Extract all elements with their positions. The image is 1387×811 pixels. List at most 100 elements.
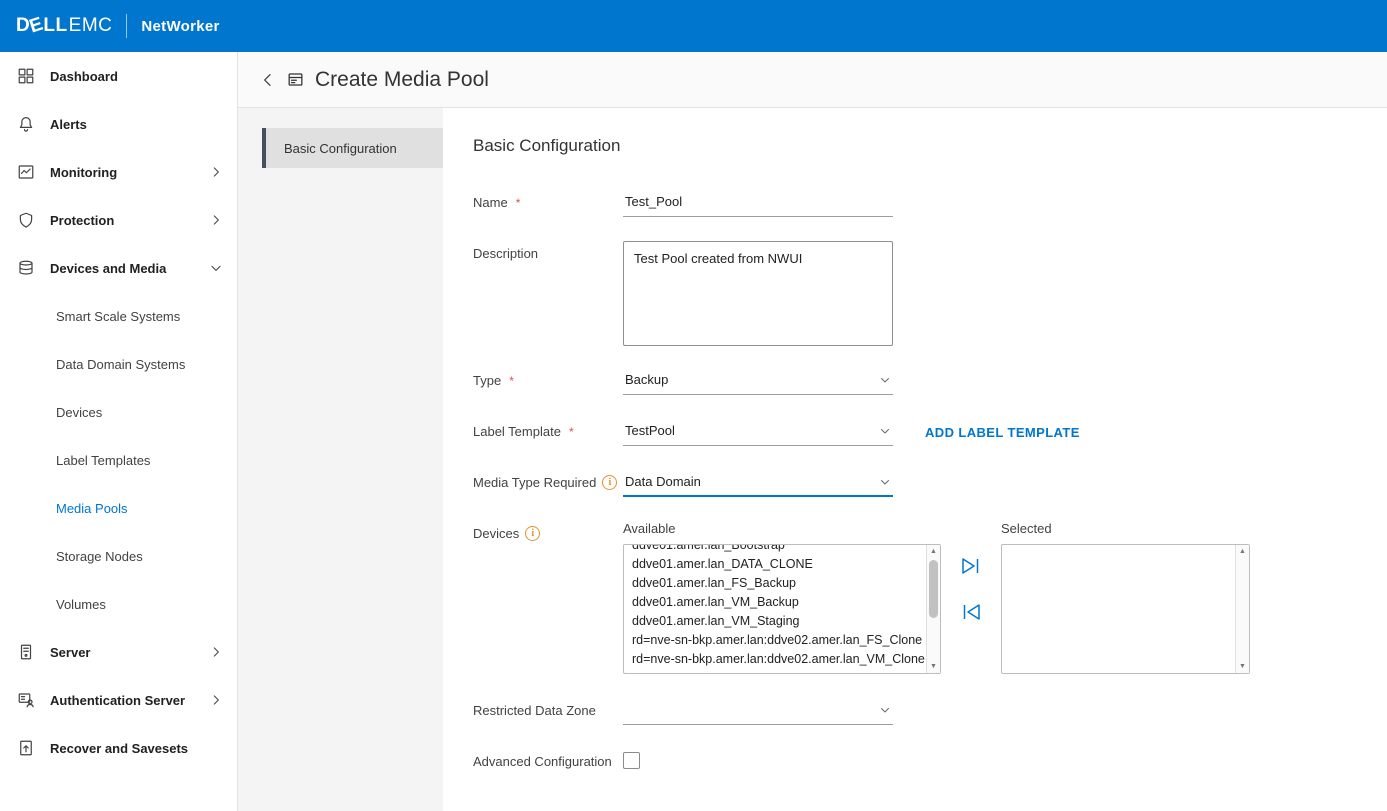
selected-caption: Selected <box>1001 521 1250 536</box>
sidebar-item-data-domain-systems[interactable]: Data Domain Systems <box>0 340 237 388</box>
description-label: Description <box>473 241 623 261</box>
available-list-column: Available ddve01.amer.lan_Bootstrap ddve… <box>623 521 941 674</box>
wizard-nav: Basic Configuration <box>238 108 443 811</box>
list-item[interactable]: ddve01.amer.lan_DATA_CLONE <box>624 555 926 574</box>
label-template-label: Label Template * <box>473 419 623 439</box>
scroll-down-arrow[interactable]: ▼ <box>1236 660 1249 673</box>
brand-text: EMC <box>69 15 113 37</box>
scrollbar[interactable]: ▲ ▼ <box>926 545 940 673</box>
sidebar-item-label: Alerts <box>50 117 87 132</box>
sidebar-item-label: Protection <box>50 213 114 228</box>
sidebar-item-storage-nodes[interactable]: Storage Nodes <box>0 532 237 580</box>
required-marker: * <box>516 196 521 210</box>
media-type-row: Media Type Required i Data Domain <box>473 470 1387 497</box>
main-area: Create Media Pool Basic Configuration Ba… <box>238 52 1387 811</box>
sidebar-item-smart-scale-systems[interactable]: Smart Scale Systems <box>0 292 237 340</box>
restricted-data-zone-label: Restricted Data Zone <box>473 698 623 718</box>
monitoring-icon <box>16 162 36 182</box>
sidebar-item-server[interactable]: Server <box>0 628 237 676</box>
sidebar-item-label: Server <box>50 645 90 660</box>
sidebar-item-devices-and-media[interactable]: Devices and Media <box>0 244 237 292</box>
scroll-up-arrow[interactable]: ▲ <box>1236 545 1249 558</box>
selected-listbox[interactable]: ▲ ▼ <box>1001 544 1250 674</box>
section-title: Basic Configuration <box>473 136 1387 156</box>
type-row: Type * Backup <box>473 368 1387 395</box>
database-stack-icon <box>16 258 36 278</box>
list-item[interactable]: rd=nve-sn-bkp.amer.lan:ddve02.amer.lan_F… <box>624 631 926 650</box>
media-pool-icon <box>286 70 305 89</box>
required-marker: * <box>509 374 514 388</box>
scrollbar-thumb[interactable] <box>929 560 938 618</box>
sidebar-item-protection[interactable]: Protection <box>0 196 237 244</box>
page-title: Create Media Pool <box>315 68 489 92</box>
chevron-right-icon <box>209 165 223 179</box>
list-item[interactable]: ddve01.amer.lan_VM_Backup <box>624 593 926 612</box>
recover-icon <box>16 738 36 758</box>
chevron-right-icon <box>209 645 223 659</box>
sidebar-item-media-pools[interactable]: Media Pools <box>0 484 237 532</box>
list-item[interactable]: ddve01.amer.lan_Bootstrap <box>624 545 926 555</box>
sidebar-item-label: Authentication Server <box>50 693 185 708</box>
chevron-down-icon <box>209 261 223 275</box>
available-caption: Available <box>623 521 941 536</box>
sidebar-item-authentication-server[interactable]: Authentication Server <box>0 676 237 724</box>
media-type-value: Data Domain <box>625 474 701 489</box>
scrollbar[interactable]: ▲ ▼ <box>1235 545 1249 673</box>
chevron-down-icon <box>879 425 891 437</box>
info-icon[interactable]: i <box>602 475 617 490</box>
back-button[interactable] <box>254 66 282 94</box>
label-template-select[interactable]: TestPool <box>623 419 893 446</box>
chevron-down-icon <box>879 704 891 716</box>
list-item[interactable]: rd=nve-sn-bkp.amer.lan:ddve02.amer.lan_V… <box>624 650 926 669</box>
available-listbox[interactable]: ddve01.amer.lan_Bootstrap ddve01.amer.la… <box>623 544 941 674</box>
selected-items <box>1002 545 1235 673</box>
devices-label: Devices i <box>473 521 623 541</box>
transfer-buttons <box>941 521 1001 674</box>
type-select[interactable]: Backup <box>623 368 893 395</box>
required-marker: * <box>569 425 574 439</box>
move-all-left-button[interactable] <box>958 599 984 625</box>
info-icon[interactable]: i <box>525 526 540 541</box>
list-item[interactable]: ddve01.amer.lan_FS_Backup <box>624 574 926 593</box>
name-value: Test_Pool <box>625 194 682 209</box>
description-row: Description Test Pool created from NWUI <box>473 241 1387 346</box>
description-field[interactable]: Test Pool created from NWUI <box>623 241 893 346</box>
sidebar-item-volumes[interactable]: Volumes <box>0 580 237 628</box>
media-type-select[interactable]: Data Domain <box>623 470 893 497</box>
page-header: Create Media Pool <box>238 52 1387 108</box>
name-label: Name * <box>473 190 623 210</box>
scroll-up-arrow[interactable]: ▲ <box>927 545 940 558</box>
type-value: Backup <box>625 372 668 387</box>
sidebar-item-label: Recover and Savesets <box>50 741 188 756</box>
sidebar-item-label-templates[interactable]: Label Templates <box>0 436 237 484</box>
sidebar-item-label: Monitoring <box>50 165 117 180</box>
sidebar-item-devices[interactable]: Devices <box>0 388 237 436</box>
form-area: Basic Configuration Name * Test_Pool Des… <box>443 108 1387 811</box>
sidebar-item-recover-and-savesets[interactable]: Recover and Savesets <box>0 724 237 772</box>
move-all-right-button[interactable] <box>958 553 984 579</box>
chevron-right-icon <box>209 213 223 227</box>
sidebar-item-monitoring[interactable]: Monitoring <box>0 148 237 196</box>
top-bar: DELLEMC NetWorker <box>0 0 1387 52</box>
advanced-configuration-checkbox[interactable] <box>623 752 640 769</box>
wizard-step-basic-configuration[interactable]: Basic Configuration <box>262 128 443 168</box>
sidebar-item-alerts[interactable]: Alerts <box>0 100 237 148</box>
list-item[interactable]: ddve01.amer.lan_VM_Staging <box>624 612 926 631</box>
selected-list-column: Selected ▲ ▼ <box>1001 521 1250 674</box>
label-template-value: TestPool <box>625 423 675 438</box>
divider <box>126 14 127 38</box>
restricted-data-zone-select[interactable] <box>623 698 893 725</box>
advanced-configuration-row: Advanced Configuration <box>473 749 1387 769</box>
restricted-data-zone-row: Restricted Data Zone <box>473 698 1387 725</box>
sidebar-item-label: Devices and Media <box>50 261 166 276</box>
add-label-template-link[interactable]: ADD LABEL TEMPLATE <box>925 425 1080 440</box>
scroll-down-arrow[interactable]: ▼ <box>927 660 940 673</box>
name-field[interactable]: Test_Pool <box>623 190 893 217</box>
label-template-row: Label Template * TestPool ADD LABEL TEMP… <box>473 419 1387 446</box>
dashboard-icon <box>16 66 36 86</box>
server-icon <box>16 642 36 662</box>
devices-row: Devices i Available ddve01.amer.lan_Boot… <box>473 521 1387 674</box>
media-type-label: Media Type Required i <box>473 470 623 490</box>
sidebar-item-dashboard[interactable]: Dashboard <box>0 52 237 100</box>
brand-text: LL <box>43 15 67 37</box>
